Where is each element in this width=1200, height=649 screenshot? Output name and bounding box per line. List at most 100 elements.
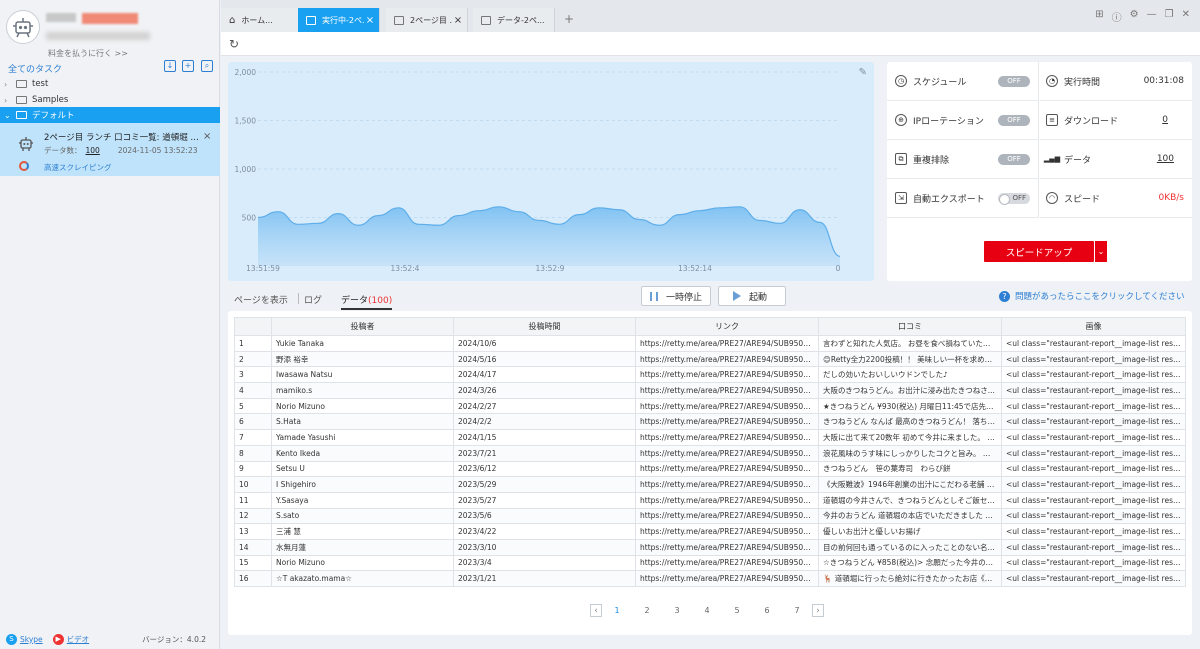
tab-data-view[interactable]: データ(100) <box>341 293 393 310</box>
cell-author[interactable]: Norio Mizuno <box>271 397 454 415</box>
cell-review[interactable]: 《大阪難波》1946年創業の出汁にこだわる老舗 食... <box>818 476 1002 493</box>
cell-link[interactable]: https://retty.me/area/PRE27/ARE94/SUB950… <box>635 350 819 368</box>
column-header-author[interactable]: 投稿者 <box>271 317 454 336</box>
data-value[interactable]: 100 <box>1157 154 1174 164</box>
task-name[interactable]: 2ページ目 ランチ 口コミ一覧: 道頓堀 今井... <box>44 131 200 143</box>
tree-item-samples[interactable]: › Samples <box>0 92 220 108</box>
start-button[interactable]: 起動 <box>718 286 787 306</box>
cell-author[interactable]: Kento Ikeda <box>271 444 454 462</box>
page-5[interactable]: 5 <box>722 606 752 615</box>
table-row[interactable]: 3 Iwasawa Natsu 2024/4/17 https://retty.me/… <box>234 366 1186 384</box>
table-row[interactable]: 6 S.Hata 2024/2/2 https://retty.me/area/PRE… <box>234 413 1186 431</box>
refresh-icon[interactable]: ↻ <box>229 37 239 51</box>
cell-time[interactable]: 2024/5/16 <box>453 350 636 368</box>
cell-time[interactable]: 2023/6/12 <box>453 460 636 478</box>
cell-time[interactable]: 2024/4/17 <box>453 366 636 384</box>
cell-time[interactable]: 2023/1/21 <box>453 570 636 587</box>
table-row[interactable]: 13 三浦 慧 2023/4/22 https://retty.me/area/PRE… <box>234 523 1186 540</box>
cell-review[interactable]: ☆きつねうどん ¥858(税込)> 念願だった今井のき... <box>818 554 1002 572</box>
next-page-icon[interactable]: › <box>812 604 824 617</box>
cell-review[interactable]: 🦌 道頓堀に行ったら絶対に行きたかったお店《今... <box>818 570 1002 587</box>
close-window-icon[interactable]: ✕ <box>1182 9 1190 24</box>
table-row[interactable]: 4 mamiko.s 2024/3/26 https://retty.me/area/… <box>234 382 1186 399</box>
chevron-down-icon[interactable]: ⌄ <box>1095 241 1107 262</box>
cell-index[interactable]: 9 <box>234 460 272 478</box>
page-2[interactable]: 2 <box>632 606 662 615</box>
cell-link[interactable]: https://retty.me/area/PRE27/ARE94/SUB950… <box>635 507 819 525</box>
cell-author[interactable]: 三浦 慧 <box>271 523 454 540</box>
page-1[interactable]: 1 <box>602 606 632 615</box>
table-row[interactable]: 8 Kento Ikeda 2023/7/21 https://retty.me/ar… <box>234 444 1186 462</box>
cell-link[interactable]: https://retty.me/area/PRE27/ARE94/SUB950… <box>635 570 819 587</box>
cell-author[interactable]: 水無月蓮 <box>271 538 454 556</box>
edit-icon[interactable]: ✎ <box>859 67 867 78</box>
import-icon[interactable]: ↓ <box>164 60 176 72</box>
column-header-image[interactable]: 画像 <box>1001 317 1186 336</box>
cell-author[interactable]: Yukie Tanaka <box>271 335 454 352</box>
tab-home[interactable]: ⌂ ホーム... <box>221 8 303 32</box>
table-row[interactable]: 1 Yukie Tanaka 2024/10/6 https://retty.me/a… <box>234 335 1186 352</box>
cell-review[interactable]: 優しいお出汁と優しいお揚げ <box>818 523 1002 540</box>
cell-index[interactable]: 15 <box>234 554 272 572</box>
cell-author[interactable]: Setsu U <box>271 460 454 478</box>
cell-time[interactable]: 2023/5/29 <box>453 476 636 493</box>
pay-link[interactable]: 料金を払うに行く >> <box>48 48 128 59</box>
cell-review[interactable]: 大阪に出て来て20数年 初めて今井に来ました。 自... <box>818 429 1002 446</box>
cell-time[interactable]: 2024/2/2 <box>453 413 636 431</box>
cell-review[interactable]: きつねうどん なんば 最高のきつねうどん！ 落ち着... <box>818 413 1002 431</box>
new-tab-icon[interactable]: + <box>564 12 574 26</box>
cell-review[interactable]: 道頓堀の今井さんで、きつねうどんとしそご飯セ... <box>818 491 1002 509</box>
cell-link[interactable]: https://retty.me/area/PRE27/ARE94/SUB950… <box>635 335 819 352</box>
speed-up-button[interactable]: スピードアップ <box>984 241 1094 262</box>
cell-image[interactable]: <ul class="restaurant-report__image-list… <box>1001 335 1186 352</box>
pause-button[interactable]: 一時停止 <box>641 286 712 306</box>
cell-review[interactable]: きつねうどん 笹の葉寿司 わらび餅 <box>818 460 1002 478</box>
cell-image[interactable]: <ul class="restaurant-report__image-list… <box>1001 444 1186 462</box>
cell-link[interactable]: https://retty.me/area/PRE27/ARE94/SUB950… <box>635 538 819 556</box>
cell-review[interactable]: 😊Retty全力2200投稿！！ 美味しい一杯を求めて日... <box>818 350 1002 368</box>
cell-link[interactable]: https://retty.me/area/PRE27/ARE94/SUB950… <box>635 523 819 540</box>
cell-index[interactable]: 8 <box>234 444 272 462</box>
cell-author[interactable]: S.sato <box>271 507 454 525</box>
close-icon[interactable]: × <box>203 131 211 142</box>
cell-time[interactable]: 2023/5/27 <box>453 491 636 509</box>
cell-author[interactable]: I Shigehiro <box>271 476 454 493</box>
tab-running[interactable]: 実行中-2ペ... × <box>298 8 380 32</box>
cell-link[interactable]: https://retty.me/area/PRE27/ARE94/SUB950… <box>635 491 819 509</box>
schedule-toggle[interactable]: OFF <box>998 75 1030 87</box>
tab-log[interactable]: ログ <box>304 293 322 306</box>
page-3[interactable]: 3 <box>662 606 692 615</box>
tree-item-test[interactable]: › test <box>0 76 220 92</box>
cell-link[interactable]: https://retty.me/area/PRE27/ARE94/SUB950… <box>635 476 819 493</box>
cell-index[interactable]: 10 <box>234 476 272 493</box>
avatar[interactable] <box>6 10 40 44</box>
skype-link[interactable]: Skype <box>20 635 43 644</box>
download-value[interactable]: 0 <box>1162 115 1168 125</box>
data-count-link[interactable]: 100 <box>86 146 100 155</box>
prev-page-icon[interactable]: ‹ <box>590 604 602 617</box>
close-icon[interactable]: × <box>364 15 376 26</box>
column-header-link[interactable]: リンク <box>635 317 819 336</box>
help-link[interactable]: ? 問題があったらここをクリックしてください <box>999 290 1185 302</box>
cell-review[interactable]: 言わずと知れた人気店。 お昼を食べ損ねていたら... <box>818 335 1002 352</box>
cell-review[interactable]: 今井のおうどん 道頓堀の本店でいただきました も... <box>818 507 1002 525</box>
table-row[interactable]: 5 Norio Mizuno 2024/2/27 https://retty.me/a… <box>234 397 1186 415</box>
cell-link[interactable]: https://retty.me/area/PRE27/ARE94/SUB950… <box>635 366 819 384</box>
cell-link[interactable]: https://retty.me/area/PRE27/ARE94/SUB950… <box>635 413 819 431</box>
tab-data[interactable]: データ-2ペ... <box>473 8 555 32</box>
cell-index[interactable]: 13 <box>234 523 272 540</box>
cell-time[interactable]: 2024/1/15 <box>453 429 636 446</box>
cell-image[interactable]: <ul class="restaurant-report__image-list… <box>1001 397 1186 415</box>
page-4[interactable]: 4 <box>692 606 722 615</box>
ip-rotation-toggle[interactable]: OFF <box>998 114 1030 126</box>
cell-image[interactable]: <ul class="restaurant-report__image-list… <box>1001 476 1186 493</box>
cell-author[interactable]: mamiko.s <box>271 382 454 399</box>
gift-icon[interactable]: ⊞ <box>1095 9 1103 24</box>
close-icon[interactable]: × <box>452 15 464 26</box>
cell-index[interactable]: 1 <box>234 335 272 352</box>
dedupe-toggle[interactable]: OFF <box>998 153 1030 165</box>
tab-page2[interactable]: 2ページ目 ... × <box>386 8 468 32</box>
cell-image[interactable]: <ul class="restaurant-report__image-list… <box>1001 523 1186 540</box>
cell-time[interactable]: 2023/7/21 <box>453 444 636 462</box>
cell-image[interactable]: <ul class="restaurant-report__image-list… <box>1001 491 1186 509</box>
